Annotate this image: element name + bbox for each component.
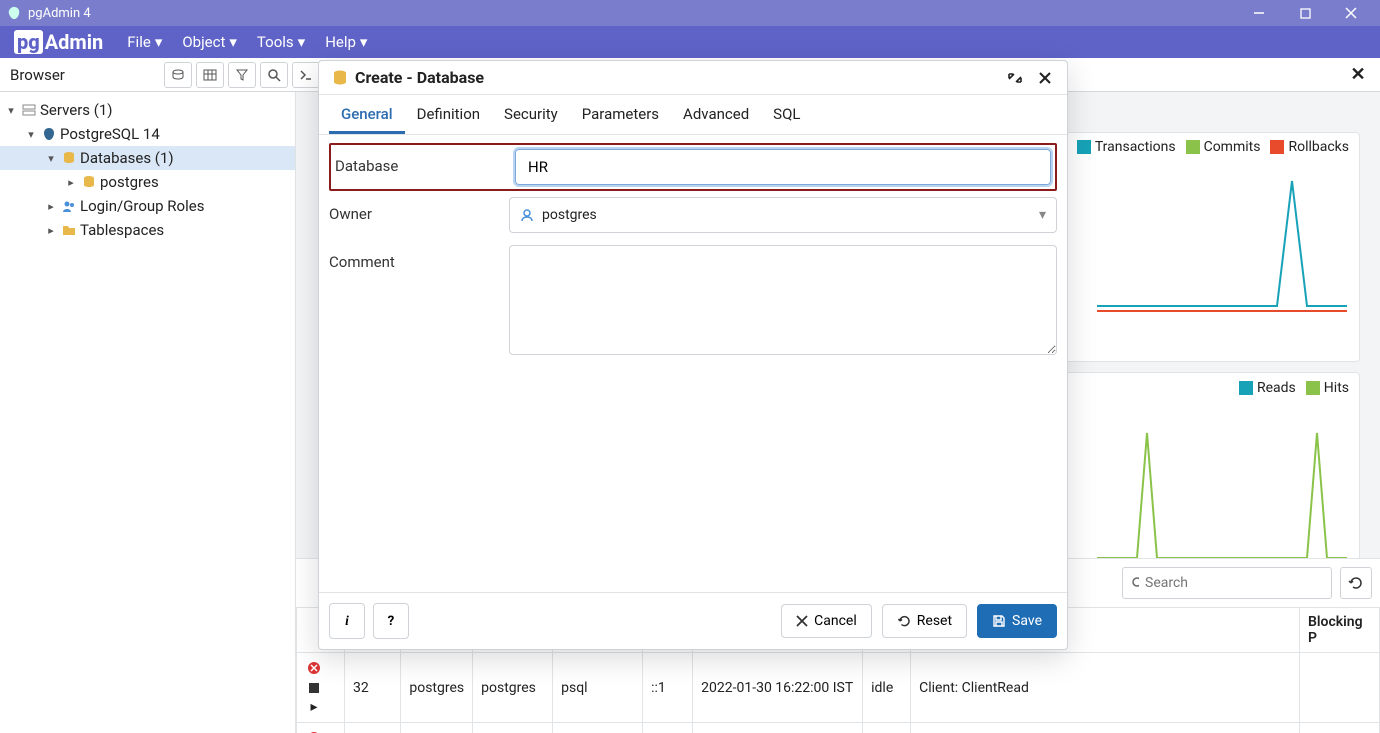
- chevron-down-icon: ▾: [1039, 207, 1046, 223]
- chevron-down-icon[interactable]: ▾: [4, 104, 18, 117]
- dialog-tabs: General Definition Security Parameters A…: [319, 95, 1067, 135]
- tab-security[interactable]: Security: [492, 95, 570, 134]
- menu-object[interactable]: Object▾: [172, 26, 247, 58]
- sessions-search-input[interactable]: [1145, 575, 1323, 591]
- reset-button[interactable]: Reset: [882, 604, 967, 638]
- table-row[interactable]: ▸ 10272 2022-01-27 13:13:38 IST Activity…: [297, 723, 1380, 733]
- create-database-dialog: Create - Database General Definition Sec…: [318, 60, 1068, 650]
- chevron-down-icon[interactable]: ▾: [24, 128, 38, 141]
- tree-databases[interactable]: ▾ Databases (1): [0, 146, 295, 170]
- cancel-button[interactable]: Cancel: [781, 604, 872, 638]
- elephant-icon: [40, 127, 58, 141]
- browser-tree: ▾ Servers (1) ▾ PostgreSQL 14 ▾ Database…: [0, 92, 296, 733]
- swatch-commits: [1186, 140, 1200, 154]
- swatch-hits: [1306, 381, 1320, 395]
- dialog-close-icon[interactable]: [1035, 68, 1055, 88]
- query-tool-icon[interactable]: [164, 62, 192, 88]
- browser-panel-title: Browser: [0, 66, 160, 84]
- database-label: Database: [335, 149, 515, 175]
- window-titlebar: pgAdmin 4: [0, 0, 1380, 26]
- window-title: pgAdmin 4: [28, 6, 91, 21]
- window-maximize-button[interactable]: [1282, 0, 1328, 26]
- panel-close-icon[interactable]: ✕: [1348, 65, 1368, 85]
- dialog-title: Create - Database: [355, 68, 484, 87]
- tab-parameters[interactable]: Parameters: [570, 95, 671, 134]
- search-icon: [1131, 576, 1139, 590]
- app-logo: pgAdmin: [0, 30, 117, 54]
- tab-general[interactable]: General: [329, 95, 405, 134]
- swatch-transactions: [1077, 140, 1091, 154]
- tree-pg14[interactable]: ▾ PostgreSQL 14: [0, 122, 295, 146]
- comment-label: Comment: [329, 245, 509, 271]
- tree-tablespaces[interactable]: ▸ Tablespaces: [0, 218, 295, 242]
- owner-select[interactable]: postgres ▾: [509, 197, 1057, 233]
- col-blocking[interactable]: Blocking P: [1300, 608, 1380, 653]
- reset-icon: [897, 614, 911, 628]
- chevron-right-icon[interactable]: ▸: [44, 224, 58, 237]
- save-icon: [992, 614, 1006, 628]
- help-button[interactable]: ?: [373, 603, 409, 639]
- view-data-icon[interactable]: [196, 62, 224, 88]
- menu-file[interactable]: File▾: [117, 26, 172, 58]
- menu-tools[interactable]: Tools▾: [247, 26, 315, 58]
- filter-icon[interactable]: [228, 62, 256, 88]
- menu-help[interactable]: Help▾: [315, 26, 377, 58]
- chevron-down-icon[interactable]: ▾: [44, 152, 58, 165]
- tree-roles[interactable]: ▸ Login/Group Roles: [0, 194, 295, 218]
- comment-row: Comment: [329, 239, 1057, 365]
- dialog-expand-icon[interactable]: [1005, 68, 1025, 88]
- database-icon: [60, 151, 78, 165]
- search-icon[interactable]: [260, 62, 288, 88]
- database-icon: [80, 175, 98, 189]
- swatch-reads: [1239, 381, 1253, 395]
- window-close-button[interactable]: [1328, 0, 1374, 26]
- table-row[interactable]: ▸ 32 postgres postgres psql ::1 2022-01-…: [297, 653, 1380, 723]
- sessions-refresh-button[interactable]: [1340, 567, 1372, 599]
- tab-definition[interactable]: Definition: [405, 95, 492, 134]
- database-name-input[interactable]: [515, 149, 1051, 185]
- owner-label: Owner: [329, 197, 509, 223]
- roles-icon: [60, 199, 78, 213]
- folder-icon: [60, 223, 78, 237]
- database-name-row: Database: [329, 143, 1057, 191]
- app-icon: [6, 5, 22, 21]
- cancel-query-icon[interactable]: [305, 659, 323, 677]
- database-icon: [331, 69, 349, 87]
- info-button[interactable]: i: [329, 603, 365, 639]
- expand-icon[interactable]: ▸: [305, 698, 323, 716]
- psql-icon[interactable]: [292, 62, 320, 88]
- user-icon: [520, 208, 534, 222]
- tab-advanced[interactable]: Advanced: [671, 95, 761, 134]
- tree-servers[interactable]: ▾ Servers (1): [0, 98, 295, 122]
- save-button[interactable]: Save: [977, 604, 1057, 638]
- owner-row: Owner postgres ▾: [329, 191, 1057, 239]
- sessions-search[interactable]: [1122, 567, 1332, 599]
- cancel-query-icon[interactable]: [305, 729, 323, 733]
- comment-textarea[interactable]: [509, 245, 1057, 355]
- chevron-right-icon[interactable]: ▸: [64, 176, 78, 189]
- server-group-icon: [20, 103, 38, 117]
- chevron-right-icon[interactable]: ▸: [44, 200, 58, 213]
- window-minimize-button[interactable]: [1236, 0, 1282, 26]
- tab-sql[interactable]: SQL: [761, 95, 812, 134]
- menubar: pgAdmin File▾ Object▾ Tools▾ Help▾: [0, 26, 1380, 58]
- swatch-rollbacks: [1270, 140, 1284, 154]
- tree-postgres-db[interactable]: ▸ postgres: [0, 170, 295, 194]
- stop-icon[interactable]: [305, 679, 323, 697]
- close-icon: [796, 615, 808, 627]
